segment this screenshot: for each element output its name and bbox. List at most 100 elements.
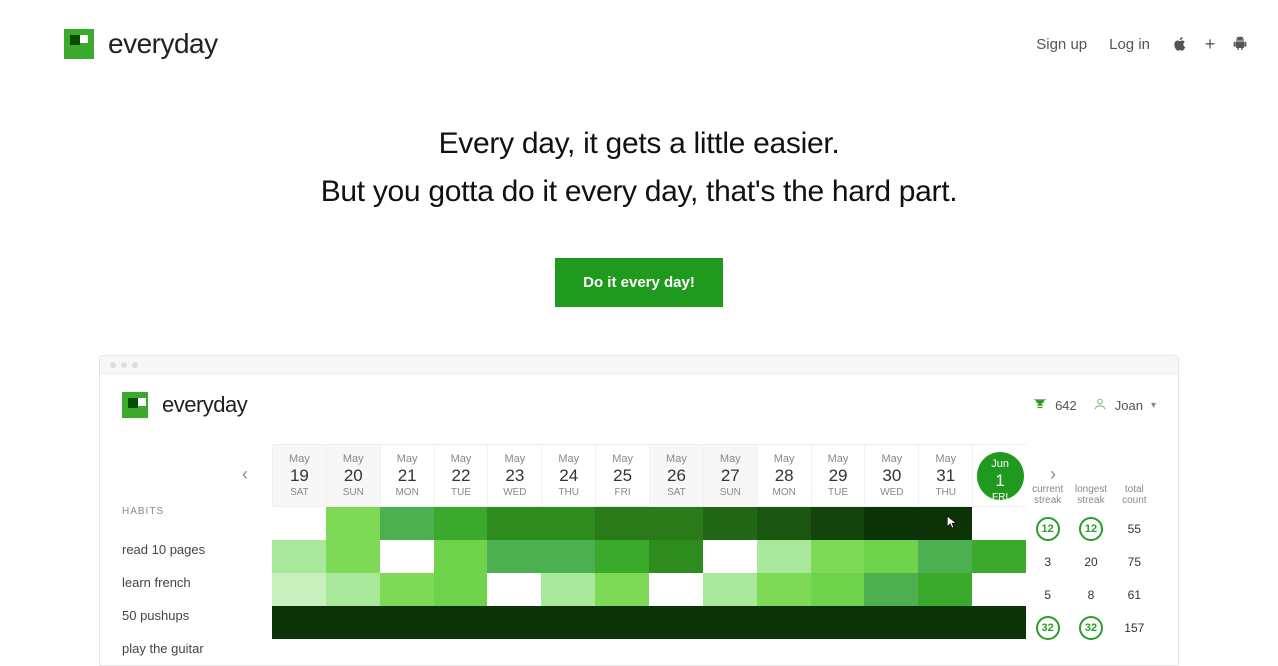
- day-header-today[interactable]: Jun1FRI: [972, 445, 1026, 506]
- longest-streak: 32: [1069, 616, 1112, 640]
- heat-cell[interactable]: [487, 573, 541, 606]
- window-dot: [110, 362, 116, 368]
- heat-cell[interactable]: [595, 606, 649, 639]
- heat-cell[interactable]: [272, 507, 326, 540]
- heat-row: [272, 540, 1026, 573]
- day-header[interactable]: May26SAT: [649, 445, 703, 506]
- stats-header: current streak longest streak total coun…: [1026, 484, 1156, 506]
- heat-cell[interactable]: [864, 507, 918, 540]
- day-header[interactable]: May27SUN: [703, 445, 757, 506]
- heat-cell[interactable]: [757, 540, 811, 573]
- heat-cell[interactable]: [757, 606, 811, 639]
- heat-cell[interactable]: [434, 507, 488, 540]
- heat-cell[interactable]: [434, 606, 488, 639]
- day-header[interactable]: May23WED: [487, 445, 541, 506]
- heat-cell[interactable]: [918, 606, 972, 639]
- hero-headline: Every day, it gets a little easier. But …: [0, 120, 1278, 216]
- heat-cell[interactable]: [649, 606, 703, 639]
- heat-cell[interactable]: [811, 573, 865, 606]
- heat-cell[interactable]: [918, 573, 972, 606]
- day-header[interactable]: May25FRI: [595, 445, 649, 506]
- heat-cell[interactable]: [757, 507, 811, 540]
- heat-cell[interactable]: [380, 507, 434, 540]
- heat-cell[interactable]: [541, 540, 595, 573]
- plus-icon[interactable]: +: [1202, 36, 1218, 52]
- heat-cell[interactable]: [487, 507, 541, 540]
- brand[interactable]: everyday: [64, 28, 218, 60]
- heat-cell[interactable]: [703, 573, 757, 606]
- heat-cell[interactable]: [326, 507, 380, 540]
- heat-cell[interactable]: [811, 606, 865, 639]
- heat-cell[interactable]: [918, 540, 972, 573]
- heat-cell[interactable]: [272, 540, 326, 573]
- heat-cell[interactable]: [918, 507, 972, 540]
- heat-cell[interactable]: [487, 540, 541, 573]
- cta-button[interactable]: Do it every day!: [555, 258, 723, 307]
- next-arrow[interactable]: ›: [1050, 464, 1056, 485]
- heat-cell[interactable]: [272, 573, 326, 606]
- heat-cell[interactable]: [811, 507, 865, 540]
- day-header[interactable]: May28MON: [757, 445, 811, 506]
- day-header[interactable]: May30WED: [864, 445, 918, 506]
- day-header[interactable]: May22TUE: [434, 445, 488, 506]
- habit-name[interactable]: read 10 pages: [122, 533, 272, 566]
- heat-cell[interactable]: [595, 540, 649, 573]
- heat-cell[interactable]: [972, 507, 1026, 540]
- heat-cell[interactable]: [703, 540, 757, 573]
- streak-ring: 32: [1079, 616, 1103, 640]
- heat-cell[interactable]: [649, 507, 703, 540]
- day-header[interactable]: May24THU: [541, 445, 595, 506]
- heat-cell[interactable]: [864, 540, 918, 573]
- heat-cell[interactable]: [541, 507, 595, 540]
- day-header[interactable]: May29TUE: [811, 445, 865, 506]
- prev-arrow[interactable]: ‹: [242, 464, 248, 485]
- window-dot: [132, 362, 138, 368]
- total-count: 75: [1113, 555, 1156, 569]
- signup-link[interactable]: Sign up: [1036, 36, 1087, 53]
- user-icon: [1093, 397, 1107, 414]
- day-header[interactable]: May21MON: [380, 445, 434, 506]
- heat-cell[interactable]: [649, 573, 703, 606]
- heat-cell[interactable]: [434, 573, 488, 606]
- user-area[interactable]: 642 Joan ▾: [1033, 397, 1156, 414]
- heat-cell[interactable]: [595, 507, 649, 540]
- heat-cell[interactable]: [595, 573, 649, 606]
- hero: Every day, it gets a little easier. But …: [0, 120, 1278, 307]
- heat-cell[interactable]: [272, 606, 326, 639]
- heat-cell[interactable]: [757, 573, 811, 606]
- heat-cell[interactable]: [380, 540, 434, 573]
- heat-cell[interactable]: [703, 606, 757, 639]
- heat-cell[interactable]: [703, 507, 757, 540]
- window-dot: [121, 362, 127, 368]
- heat-cell[interactable]: [487, 606, 541, 639]
- current-streak: 5: [1026, 588, 1069, 602]
- heat-cell[interactable]: [326, 573, 380, 606]
- apple-icon[interactable]: [1172, 36, 1188, 52]
- heat-cell[interactable]: [864, 573, 918, 606]
- heat-cell[interactable]: [434, 540, 488, 573]
- day-header[interactable]: May31THU: [918, 445, 972, 506]
- day-header[interactable]: May19SAT: [272, 445, 326, 506]
- heat-cell[interactable]: [326, 540, 380, 573]
- heat-cell[interactable]: [972, 606, 1026, 639]
- habit-name[interactable]: 50 pushups: [122, 599, 272, 632]
- heat-cell[interactable]: [380, 606, 434, 639]
- heat-cell[interactable]: [972, 573, 1026, 606]
- heat-cell[interactable]: [649, 540, 703, 573]
- heat-cell[interactable]: [380, 573, 434, 606]
- android-icon[interactable]: [1232, 36, 1248, 52]
- heat-cell[interactable]: [541, 606, 595, 639]
- heat-cell[interactable]: [326, 606, 380, 639]
- habit-name[interactable]: play the guitar: [122, 632, 272, 665]
- heat-cell[interactable]: [864, 606, 918, 639]
- heat-cell[interactable]: [972, 540, 1026, 573]
- heat-cell[interactable]: [541, 573, 595, 606]
- heat-cell[interactable]: [811, 540, 865, 573]
- current-streak: 12: [1026, 517, 1069, 541]
- day-header[interactable]: May20SUN: [326, 445, 380, 506]
- habit-name[interactable]: learn french: [122, 566, 272, 599]
- preview-brand[interactable]: everyday: [122, 392, 247, 418]
- longest-streak: 20: [1069, 555, 1112, 569]
- login-link[interactable]: Log in: [1109, 36, 1150, 53]
- heat-rows: [272, 507, 1026, 639]
